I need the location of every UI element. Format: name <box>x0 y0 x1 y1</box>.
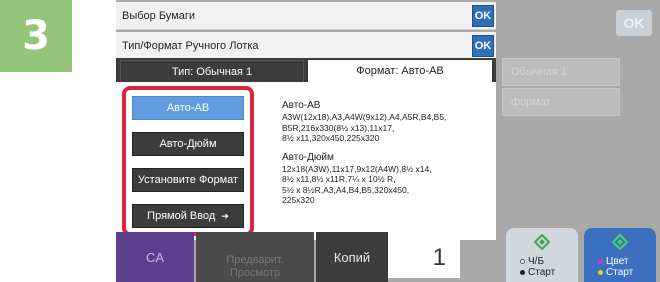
background-paper-type-field: Обычная 1 <box>502 58 620 86</box>
background-format-field: формат <box>502 88 620 116</box>
diamond-start-icon <box>534 234 550 250</box>
auto-ab-size-list: A3W(12x18),A3,A4W(9x12),A4,A5R,B4,B5, B5… <box>282 112 447 143</box>
arrow-right-icon: ➔ <box>221 210 229 221</box>
set-format-label: Установите Формат <box>137 174 239 186</box>
color-start-text: Старт <box>606 267 634 278</box>
bw-start-text: Старт <box>528 267 556 278</box>
auto-ab-info-title: Авто-AB <box>282 100 321 111</box>
preview-button[interactable]: Предварит. Просмотр <box>196 232 314 282</box>
paper-selection-dialog: Выбор Бумаги OK Тип/Формат Ручного Лотка… <box>116 0 496 240</box>
copies-button[interactable]: Копий <box>316 232 388 282</box>
format-buttons-highlight: Авто-AB Авто-Дюйм Установите Формат Прям… <box>122 86 254 236</box>
color-start-label: Цвет Старт <box>598 256 633 278</box>
auto-inch-size-list: 12x18(A3W),11x17,9x12(A4W),8½ x14, 8½ x1… <box>282 163 432 206</box>
tab-type[interactable]: Тип: Обычная 1 <box>120 60 304 82</box>
paper-selection-title: Выбор Бумаги <box>122 9 196 22</box>
copies-count-field[interactable]: 1 <box>388 238 460 278</box>
auto-ab-button[interactable]: Авто-AB <box>132 96 244 120</box>
auto-inch-info-title: Авто-Дюйм <box>282 151 334 163</box>
tabs-bar: Тип: Обычная 1 Формат: Авто-AB <box>116 58 496 82</box>
set-format-button[interactable]: Установите Формат <box>132 168 244 192</box>
bypass-tray-row: Тип/Формат Ручного Лотка OK <box>116 32 496 60</box>
auto-inch-button[interactable]: Авто-Дюйм <box>132 132 244 156</box>
bw-start-label: Ч/Б Старт <box>520 256 555 278</box>
format-tab-content: Авто-AB Авто-Дюйм Установите Формат Прям… <box>116 82 496 240</box>
color-start-button[interactable]: Цвет Старт <box>584 228 656 282</box>
auto-ab-label: Авто-AB <box>166 102 210 114</box>
auto-inch-label: Авто-Дюйм <box>159 138 217 150</box>
preview-label-line2: Просмотр <box>229 267 281 279</box>
direct-input-label: Прямой Ввод <box>147 210 216 222</box>
diamond-start-icon <box>612 234 628 250</box>
bw-start-button[interactable]: Ч/Б Старт <box>506 228 578 282</box>
background-ok-button: OK <box>616 10 652 36</box>
step-number-badge: 3 <box>0 0 72 72</box>
bypass-tray-title: Тип/Формат Ручного Лотка <box>122 39 259 52</box>
tab-format[interactable]: Формат: Авто-AB <box>308 60 492 82</box>
auto-size-info: Авто-AB A3W(12x18),A3,A4W(9x12),A4,A5R,B… <box>282 100 488 206</box>
direct-input-button[interactable]: Прямой Ввод ➔ <box>132 204 244 228</box>
preview-label-line1: Предварит. <box>226 254 284 266</box>
color-label: Цвет <box>606 256 629 267</box>
ca-button[interactable]: CA <box>116 232 194 282</box>
bw-label: Ч/Б <box>528 256 545 267</box>
ok-button[interactable]: OK <box>472 5 494 27</box>
device-screen: OK Обычная 1 формат Выбор Бумаги OK Тип/… <box>116 0 660 282</box>
bottom-action-bar: CA Предварит. Просмотр Копий 1 Ч/Б Старт… <box>116 228 660 282</box>
bypass-ok-button[interactable]: OK <box>472 35 494 57</box>
paper-selection-row: Выбор Бумаги OK <box>116 2 496 30</box>
